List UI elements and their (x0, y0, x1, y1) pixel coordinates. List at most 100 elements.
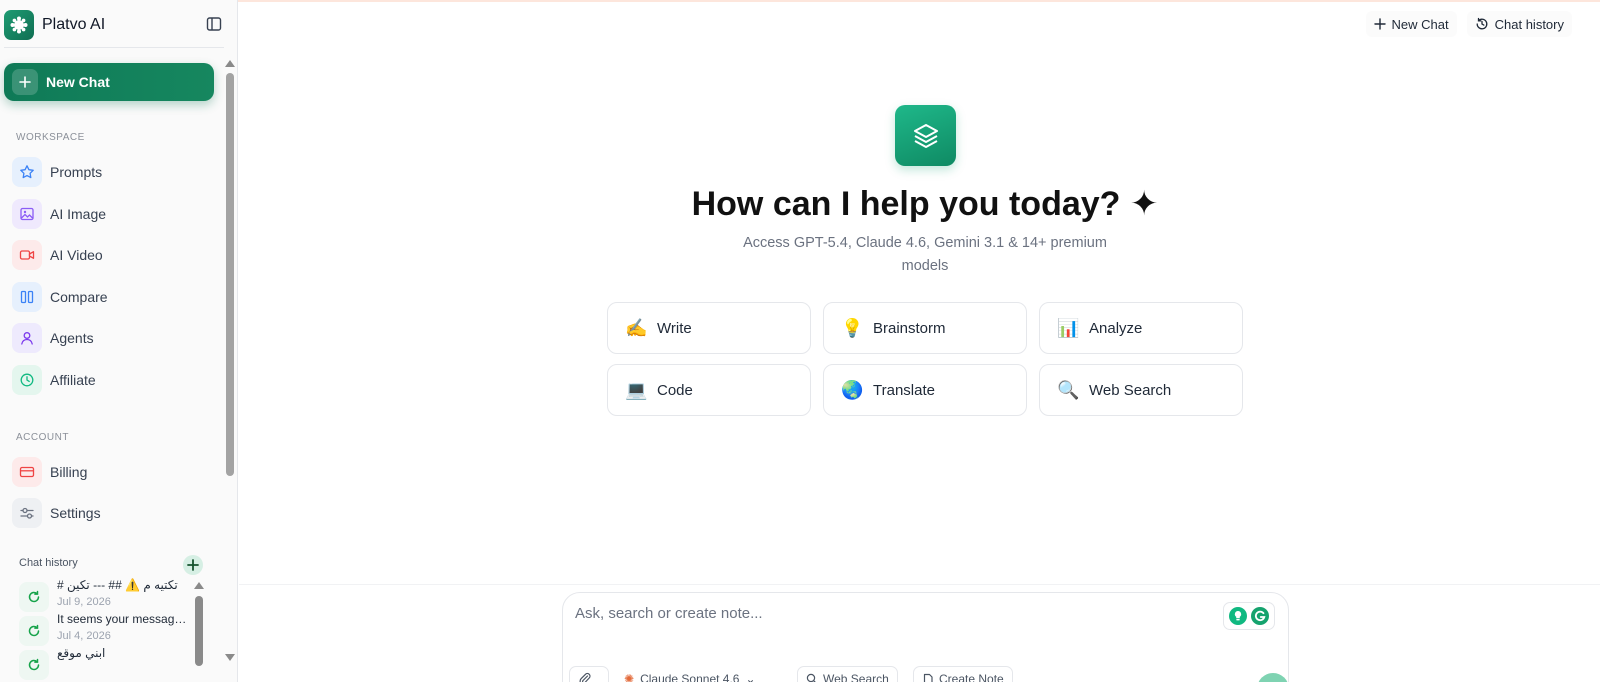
history-item[interactable]: It seems your message got cut off Jul 4,… (19, 612, 189, 646)
sidebar-item-prompts[interactable]: Prompts (12, 156, 212, 188)
plus-icon (12, 69, 38, 95)
history-scrollbar-thumb[interactable] (195, 596, 203, 666)
extension-icons[interactable] (1223, 602, 1275, 630)
sidebar-item-label: Compare (50, 289, 108, 305)
plus-icon (1373, 18, 1386, 30)
sidebar-item-agents[interactable]: Agents (12, 322, 212, 354)
video-icon (12, 240, 42, 270)
attach-button[interactable] (569, 666, 609, 682)
sidebar-item-ai-video[interactable]: AI Video (12, 239, 212, 271)
refresh-chat-icon (19, 616, 49, 646)
sidebar-item-label: Affiliate (50, 372, 96, 388)
sidebar-scroll-down-icon[interactable] (225, 654, 235, 661)
history-item[interactable]: # تكتيه م ⚠️ ## --- تكين Jul 9, 2026 (19, 578, 189, 612)
columns-icon (12, 282, 42, 312)
sidebar-scrollbar-thumb[interactable] (226, 73, 234, 476)
account-section-label: ACCOUNT (16, 432, 69, 443)
top-actions: New Chat Chat history (1365, 11, 1572, 37)
credit-card-icon (12, 457, 42, 487)
star-icon (12, 157, 42, 187)
sidebar-item-ai-image[interactable]: AI Image (12, 198, 212, 230)
sidebar-item-billing[interactable]: Billing (12, 456, 212, 488)
sidebar-item-label: Agents (50, 330, 94, 346)
settings-icon (12, 498, 42, 528)
app-name: Platvo AI (42, 16, 106, 33)
top-new-chat-label: New Chat (1391, 16, 1449, 32)
light-bulb-icon: 💡 (841, 317, 864, 338)
create-note-label: Create Note (939, 672, 1004, 682)
web-search-label: Web Search (823, 672, 889, 682)
action-write-button[interactable]: ✍️ Write (607, 302, 811, 354)
search-icon (806, 673, 816, 682)
lightbulb-extension-icon[interactable] (1228, 606, 1248, 626)
model-label: Claude Sonnet 4.6 (640, 672, 740, 682)
top-accent-line (0, 0, 1600, 2)
sidebar-toggle-icon[interactable] (206, 16, 224, 34)
top-chat-history-button[interactable]: Chat history (1466, 11, 1572, 37)
chevron-down-icon: ⌄ (745, 672, 756, 682)
new-chat-label: New Chat (46, 74, 110, 90)
sidebar-item-settings[interactable]: Settings (12, 497, 212, 529)
sidebar-item-label: AI Image (50, 206, 107, 222)
user-icon (12, 323, 42, 353)
grammarly-icon[interactable] (1250, 606, 1270, 626)
history-item-title: It seems your message got cut off (57, 612, 187, 626)
top-chat-history-label: Chat history (1494, 16, 1564, 32)
history-item[interactable]: ابني موقع (19, 646, 189, 680)
paperclip-icon (579, 672, 591, 682)
page-title: How can I help you today? ✦ (691, 185, 1159, 223)
image-icon (12, 199, 42, 229)
page-subtitle: Access GPT-5.4, Claude 4.6, Gemini 3.1 &… (743, 235, 1107, 274)
action-code-button[interactable]: 💻 Code (607, 364, 811, 416)
action-label: Write (657, 319, 692, 337)
claude-icon: ✺ (624, 672, 635, 682)
action-label: Web Search (1089, 381, 1172, 399)
chat-history-title: Chat history (19, 557, 78, 569)
model-selector[interactable]: ✺ Claude Sonnet 4.6 ⌄ (615, 666, 765, 682)
clock-icon (12, 365, 42, 395)
web-search-toggle[interactable]: Web Search (797, 666, 898, 682)
history-icon (1476, 17, 1488, 30)
new-chat-button[interactable]: New Chat (4, 63, 214, 101)
composer: ✺ Claude Sonnet 4.6 ⌄ Web Search Create … (562, 592, 1289, 682)
layers-logo-icon (895, 105, 956, 166)
send-button[interactable] (1257, 673, 1289, 682)
writing-hand-icon: ✍️ (625, 317, 648, 338)
sidebar-item-label: Settings (50, 505, 101, 521)
history-scroll-up-icon[interactable] (194, 582, 204, 589)
action-label: Brainstorm (873, 319, 946, 337)
action-analyze-button[interactable]: 📊 Analyze (1039, 302, 1243, 354)
action-label: Analyze (1089, 319, 1143, 337)
note-icon (923, 673, 933, 682)
history-item-date: Jul 4, 2026 (57, 630, 111, 642)
top-new-chat-button[interactable]: New Chat (1365, 11, 1457, 37)
brand[interactable]: Platvo AI (4, 10, 105, 40)
action-label: Translate (873, 381, 935, 399)
sidebar-item-label: AI Video (50, 247, 103, 263)
sidebar: Platvo AI New Chat WORKSPACE Prompts AI … (0, 0, 238, 682)
add-chat-button[interactable] (183, 555, 203, 575)
app-logo-icon (4, 10, 34, 40)
action-label: Code (657, 381, 693, 399)
laptop-icon: 💻 (625, 379, 648, 400)
chat-input[interactable] (575, 601, 1195, 625)
divider (239, 584, 1600, 585)
action-brainstorm-button[interactable]: 💡 Brainstorm (823, 302, 1027, 354)
divider (4, 47, 224, 48)
refresh-chat-icon (19, 582, 49, 612)
history-item-title: # تكتيه م ⚠️ ## --- تكين (57, 578, 178, 592)
globe-icon: 🌏 (841, 379, 864, 400)
refresh-chat-icon (19, 650, 49, 680)
action-web-search-button[interactable]: 🔍 Web Search (1039, 364, 1243, 416)
sidebar-item-affiliate[interactable]: Affiliate (12, 364, 212, 396)
sidebar-item-label: Billing (50, 464, 88, 480)
sidebar-scroll-up-icon[interactable] (225, 60, 235, 67)
sidebar-item-label: Prompts (50, 164, 103, 180)
sidebar-item-compare[interactable]: Compare (12, 281, 212, 313)
history-item-title: ابني موقع (57, 646, 106, 660)
create-note-button[interactable]: Create Note (913, 666, 1013, 682)
workspace-section-label: WORKSPACE (16, 132, 85, 143)
action-translate-button[interactable]: 🌏 Translate (823, 364, 1027, 416)
magnifier-icon: 🔍 (1057, 379, 1080, 400)
bar-chart-icon: 📊 (1057, 317, 1080, 338)
